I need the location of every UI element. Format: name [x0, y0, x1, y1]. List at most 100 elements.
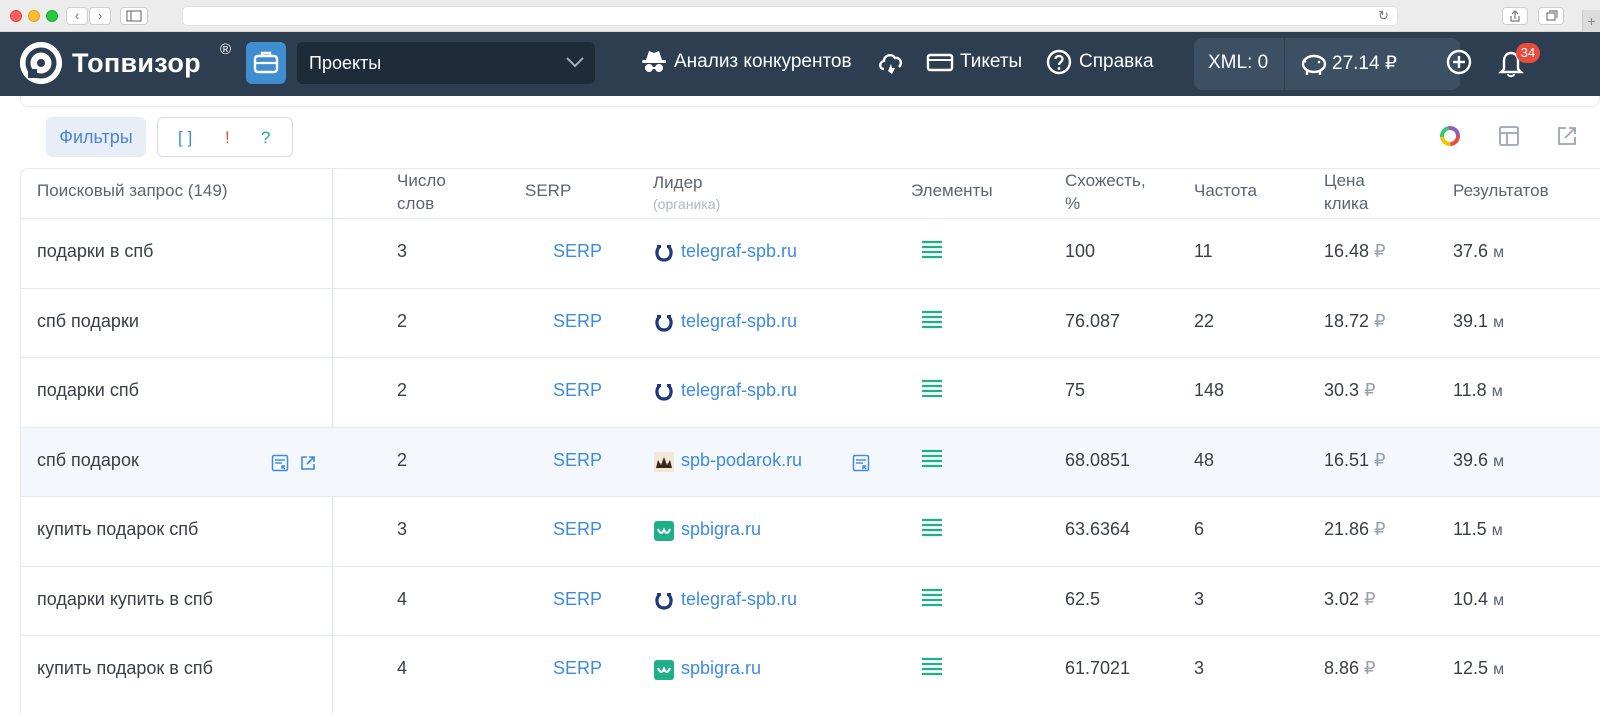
currency-symbol: ₽: [1374, 310, 1386, 331]
leader-link[interactable]: telegraf-spb.ru: [681, 589, 797, 610]
export-icon[interactable]: [1555, 124, 1579, 148]
add-circle-icon[interactable]: [1444, 47, 1474, 77]
results-unit: м: [1493, 452, 1505, 470]
minimize-window-button[interactable]: [28, 10, 40, 22]
currency-symbol: ₽: [1364, 588, 1376, 609]
header-results[interactable]: Результатов: [1453, 179, 1549, 202]
serp-elements-icon[interactable]: [921, 239, 943, 264]
share-icon[interactable]: [1502, 7, 1528, 25]
serp-elements-icon[interactable]: [921, 517, 943, 542]
new-tab-button[interactable]: +: [1582, 10, 1600, 32]
word-count-cell: 2: [397, 380, 408, 400]
serp-link[interactable]: SERP: [553, 450, 602, 471]
table-row[interactable]: купить подарок в спб 4 SERP spbigra.ru 61.70…: [21, 635, 1600, 705]
color-wheel-icon[interactable]: [1438, 124, 1462, 148]
forward-button[interactable]: ›: [89, 7, 111, 25]
serp-elements-icon[interactable]: [921, 587, 943, 612]
query-cell[interactable]: купить подарок в спб: [37, 658, 213, 679]
serp-link[interactable]: SERP: [553, 589, 602, 610]
back-button[interactable]: ‹: [66, 7, 88, 25]
nav-competitor-analysis[interactable]: Анализ конкурентов: [674, 51, 852, 73]
results-value: 12.5: [1453, 658, 1489, 678]
tabs-overview-icon[interactable]: [1538, 7, 1564, 25]
serp-elements-icon[interactable]: [921, 448, 943, 473]
results-value: 39.1: [1453, 310, 1489, 331]
flag-brackets-button[interactable]: [ ]: [178, 128, 192, 148]
results-cell: 10.4 м: [1453, 589, 1504, 610]
header-similarity[interactable]: Схожесть, %: [1065, 169, 1165, 215]
query-note-icon[interactable]: [271, 454, 289, 477]
results-cell: 12.5 м: [1453, 658, 1504, 679]
results-unit: м: [1493, 661, 1505, 678]
frequency-cell: 3: [1194, 658, 1205, 678]
nav-help[interactable]: Справка: [1079, 51, 1154, 73]
serp-elements-icon[interactable]: [921, 378, 943, 403]
header-elements[interactable]: Элементы: [911, 179, 993, 202]
xml-limits[interactable]: XML: 0: [1208, 52, 1268, 74]
results-value: 11.8: [1453, 380, 1487, 400]
leader-link[interactable]: spbigra.ru: [681, 519, 761, 540]
leader-link[interactable]: spbigra.ru: [681, 658, 761, 679]
click-price-value: 18.72: [1324, 310, 1370, 331]
click-price-value: 16.48: [1324, 241, 1370, 261]
click-price-value: 3.02: [1324, 588, 1360, 609]
table-row[interactable]: подарки спб 2 SERP telegraf-spb.ru 75 148 30.3…: [21, 357, 1600, 427]
filters-button[interactable]: Фильтры: [46, 117, 146, 157]
notifications-badge: 34: [1516, 43, 1540, 63]
account-balance[interactable]: 27.14 ₽: [1332, 52, 1397, 75]
table-row[interactable]: спб подарки 2 SERP telegraf-spb.ru 76.087 22 1…: [21, 287, 1600, 358]
header-click-price[interactable]: Цена клика: [1324, 169, 1384, 215]
serp-link[interactable]: SERP: [553, 241, 602, 262]
flag-exclaim-button[interactable]: !: [225, 128, 230, 148]
address-bar[interactable]: ↻: [182, 6, 1398, 26]
topvisor-logo-icon[interactable]: [20, 42, 62, 84]
sidebar-toggle-icon[interactable]: [120, 7, 148, 25]
query-cell[interactable]: подарки в спб: [37, 241, 153, 262]
leader-note-icon[interactable]: [852, 454, 870, 477]
query-cell[interactable]: подарки спб: [37, 380, 139, 401]
flag-question-button[interactable]: ?: [261, 128, 270, 148]
header-leader[interactable]: Лидер: [653, 171, 702, 194]
serp-link[interactable]: SERP: [553, 311, 602, 332]
keywords-table: Поисковый запрос (149) Число слов SERP Л…: [20, 168, 1600, 715]
header-serp[interactable]: SERP: [525, 179, 571, 202]
header-word-count[interactable]: Число слов: [397, 169, 467, 215]
leader-link[interactable]: telegraf-spb.ru: [681, 380, 797, 401]
query-cell[interactable]: спб подарки: [37, 311, 139, 332]
leader-link[interactable]: telegraf-spb.ru: [681, 241, 797, 262]
maximize-window-button[interactable]: [46, 10, 58, 22]
leader-link[interactable]: spb-podarok.ru: [681, 450, 802, 471]
results-value: 37.6: [1453, 241, 1489, 261]
serp-link[interactable]: SERP: [553, 658, 602, 679]
table-row[interactable]: подарки купить в спб 4 SERP telegraf-spb.ru…: [21, 565, 1600, 636]
serp-link[interactable]: SERP: [553, 519, 602, 540]
serp-link[interactable]: SERP: [553, 380, 602, 401]
results-cell: 39.6 м: [1453, 450, 1504, 471]
close-window-button[interactable]: [10, 10, 22, 22]
projects-case-button[interactable]: [246, 42, 286, 84]
cloud-sync-icon[interactable]: [876, 47, 906, 77]
nav-tickets[interactable]: Тикеты: [960, 51, 1022, 73]
query-cell[interactable]: купить подарок спб: [37, 519, 198, 540]
table-row[interactable]: купить подарок спб 3 SERP spbigra.ru 63.6364…: [21, 496, 1600, 566]
similarity-cell: 61.7021: [1065, 658, 1131, 678]
results-cell: 11.5 м: [1453, 519, 1503, 540]
header-query[interactable]: Поисковый запрос (149): [37, 179, 228, 202]
reload-icon[interactable]: ↻: [1378, 8, 1389, 24]
serp-elements-icon[interactable]: [921, 656, 943, 681]
panel-top-edge: [20, 96, 1600, 107]
query-cell[interactable]: подарки купить в спб: [37, 589, 213, 610]
table-columns-icon[interactable]: [1497, 124, 1521, 148]
serp-elements-icon[interactable]: [921, 309, 943, 334]
leader-link[interactable]: telegraf-spb.ru: [681, 311, 797, 332]
external-link-icon[interactable]: [299, 454, 317, 477]
piggy-bank-icon: [1301, 54, 1327, 75]
game-icon: [654, 521, 674, 541]
table-row[interactable]: подарки в спб 3 SERP telegraf-spb.ru 100 11 16…: [21, 218, 1600, 288]
header-frequency[interactable]: Частота: [1194, 179, 1257, 202]
projects-dropdown-label: Проекты: [309, 53, 382, 73]
projects-dropdown[interactable]: Проекты: [297, 42, 595, 84]
logo-text[interactable]: Топвизор: [72, 48, 201, 79]
query-cell[interactable]: спб подарок: [37, 450, 139, 471]
table-row[interactable]: спб подарок 2 SERP spb-podarok.ru 68.0851 48 1…: [21, 426, 1600, 497]
